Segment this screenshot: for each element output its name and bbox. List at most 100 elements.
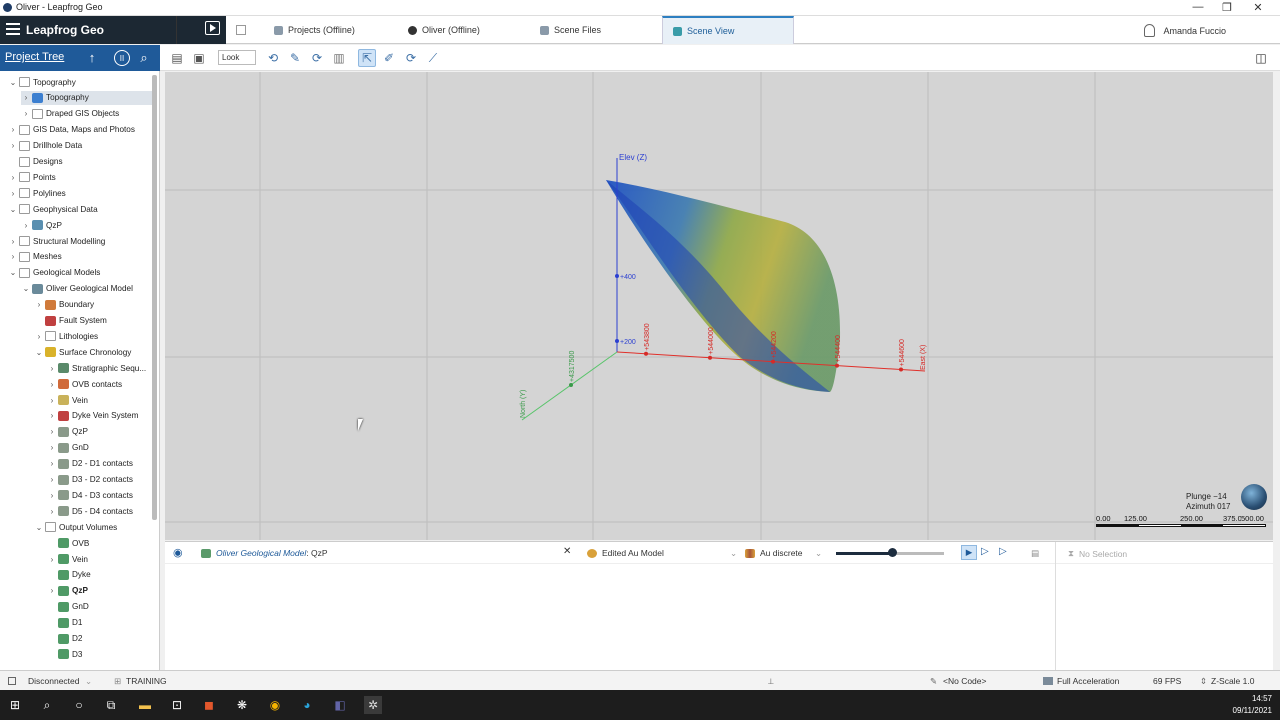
expand-icon[interactable]: › — [8, 125, 18, 134]
remove-icon[interactable]: ✕ — [563, 546, 571, 557]
close-button[interactable]: ✕ — [1248, 1, 1268, 15]
tree-node[interactable]: › Vein — [47, 552, 152, 566]
project-tree-title[interactable]: Project Tree — [5, 51, 64, 63]
tree-node[interactable]: › D5 - D4 contacts — [47, 504, 152, 518]
collapse-icon[interactable]: ⌄ — [8, 205, 18, 214]
tree-node[interactable]: ⌄ Output Volumes — [34, 520, 152, 534]
expand-icon[interactable]: › — [47, 459, 57, 468]
chevron-down-icon[interactable]: ⌄ — [815, 548, 822, 559]
tree-node[interactable]: ⌄ Topography — [8, 75, 152, 89]
expand-icon[interactable]: › — [8, 189, 18, 198]
tree-node[interactable]: ⌄ Surface Chronology — [34, 345, 152, 359]
tree-node[interactable]: ⌄ Geological Models — [8, 266, 152, 280]
expand-icon[interactable]: › — [47, 427, 57, 436]
rotate-icon[interactable]: ⟲ — [264, 49, 282, 67]
globe-icon[interactable] — [1241, 484, 1267, 510]
chrome-icon[interactable]: ◉ — [266, 696, 284, 714]
save-scene-icon[interactable]: ▣ — [190, 49, 208, 67]
tree-node[interactable]: Fault System — [34, 314, 152, 328]
clock[interactable]: 14:57 09/11/2021 — [1233, 693, 1272, 717]
slice-icon[interactable]: ▥ — [330, 49, 348, 67]
select-icon[interactable]: ⇱ — [358, 49, 376, 67]
draw-icon[interactable]: ✎ — [286, 49, 304, 67]
network-icon[interactable]: ❋ — [233, 696, 251, 714]
expand-icon[interactable]: › — [47, 411, 57, 420]
tree-node[interactable]: › D2 - D1 contacts — [47, 457, 152, 471]
cycle-icon[interactable]: ⟳ — [402, 49, 420, 67]
tree-node[interactable]: › QzP — [21, 218, 152, 232]
tree-node[interactable]: D1 — [47, 616, 152, 630]
user-account[interactable]: Amanda Fuccio — [1144, 24, 1226, 37]
expand-icon[interactable]: › — [47, 380, 57, 389]
expand-icon[interactable]: › — [47, 555, 57, 564]
expand-icon[interactable]: › — [21, 109, 31, 118]
properties-icon[interactable]: ▤ — [1031, 548, 1039, 559]
collapse-icon[interactable]: ⌄ — [8, 78, 18, 87]
tab-dropdown-icon[interactable] — [236, 25, 246, 35]
play-icon[interactable] — [205, 21, 220, 35]
office-icon[interactable]: ◼ — [200, 696, 218, 714]
tree-node[interactable]: D2 — [47, 632, 152, 646]
expand-icon[interactable]: › — [47, 364, 57, 373]
tab-scene-view[interactable]: Scene View — [662, 16, 794, 44]
scene-list-icon[interactable]: ▤ — [168, 49, 186, 67]
expand-icon[interactable]: › — [47, 443, 57, 452]
collapse-icon[interactable]: ⌄ — [8, 268, 18, 277]
tree-node[interactable]: › Topography — [21, 90, 152, 105]
collapse-icon[interactable]: ⌄ — [21, 284, 31, 293]
refresh-icon[interactable]: ⟳ — [308, 49, 326, 67]
tree-node[interactable]: › D4 - D3 contacts — [47, 488, 152, 502]
tree-node[interactable]: › Boundary — [34, 298, 152, 312]
tree-node[interactable]: › Structural Modelling — [8, 234, 152, 248]
tree-node[interactable]: › Drillhole Data — [8, 139, 152, 153]
acceleration-label[interactable]: Full Acceleration — [1057, 676, 1119, 686]
expand-icon[interactable]: › — [47, 507, 57, 516]
expand-icon[interactable]: › — [47, 396, 57, 405]
tree-node[interactable]: › Points — [8, 170, 152, 184]
expand-icon[interactable]: › — [34, 300, 44, 309]
colormap-dropdown[interactable]: Au discrete — [745, 548, 803, 558]
tree-scrollbar[interactable] — [152, 75, 157, 520]
tree-node[interactable]: OVB — [47, 536, 152, 550]
tree-node[interactable]: › GnD — [47, 441, 152, 455]
collapse-icon[interactable]: ⌄ — [34, 523, 44, 532]
ruler-icon[interactable]: ⟋ — [424, 49, 442, 67]
tree-node[interactable]: Designs — [8, 155, 152, 169]
play-outline-icon[interactable]: ▷ — [999, 546, 1007, 557]
tree-node[interactable]: › Vein — [47, 393, 152, 407]
windows-start-icon[interactable]: ⊞ — [6, 696, 24, 714]
tree-node[interactable]: ⌄ Oliver Geological Model — [21, 282, 152, 296]
expand-icon[interactable]: › — [47, 491, 57, 500]
minimize-button[interactable]: — — [1188, 1, 1208, 15]
tree-node[interactable]: › Draped GIS Objects — [21, 107, 152, 121]
step-forward-icon[interactable]: ▷ — [981, 546, 989, 557]
expand-icon[interactable]: › — [8, 173, 18, 182]
chevron-down-icon[interactable]: ⌄ — [730, 548, 737, 559]
search-icon[interactable]: ⌕ — [136, 50, 152, 66]
cortana-icon[interactable]: ○ — [70, 696, 88, 714]
tree-node[interactable]: › QzP — [47, 584, 152, 598]
slider-knob[interactable] — [888, 548, 898, 557]
tree-node[interactable]: › Lithologies — [34, 329, 152, 343]
play-button[interactable]: ▶ — [961, 545, 977, 560]
tree-node[interactable]: › OVB contacts — [47, 377, 152, 391]
leapfrog-taskbar-icon[interactable]: ✲ — [364, 696, 382, 714]
tree-node[interactable]: › Dyke Vein System — [47, 409, 152, 423]
edge-icon[interactable]: ◕ — [298, 696, 316, 714]
expand-icon[interactable]: › — [8, 252, 18, 261]
tree-node[interactable]: › GIS Data, Maps and Photos — [8, 123, 152, 137]
upload-arrow-icon[interactable]: ↑ — [84, 50, 100, 66]
tab-projects[interactable]: Projects (Offline) — [264, 16, 365, 44]
code-label[interactable]: <No Code> — [943, 676, 986, 686]
evaluation-dropdown[interactable]: Edited Au Model — [587, 548, 664, 558]
expand-icon[interactable]: › — [21, 221, 31, 230]
edit-icon[interactable]: ✐ — [380, 49, 398, 67]
search-icon[interactable]: ⌕ — [38, 696, 56, 714]
tree-node[interactable]: › Meshes — [8, 250, 152, 264]
task-view-icon[interactable]: ⧉ — [102, 696, 120, 714]
chevron-down-icon[interactable]: ⌄ — [85, 676, 92, 687]
tree-node[interactable]: ⌄ Geophysical Data — [8, 202, 152, 216]
camera-icon[interactable]: ◫ — [1252, 49, 1270, 67]
collapse-icon[interactable]: ⌄ — [34, 348, 44, 357]
tree-node[interactable]: Dyke — [47, 568, 152, 582]
